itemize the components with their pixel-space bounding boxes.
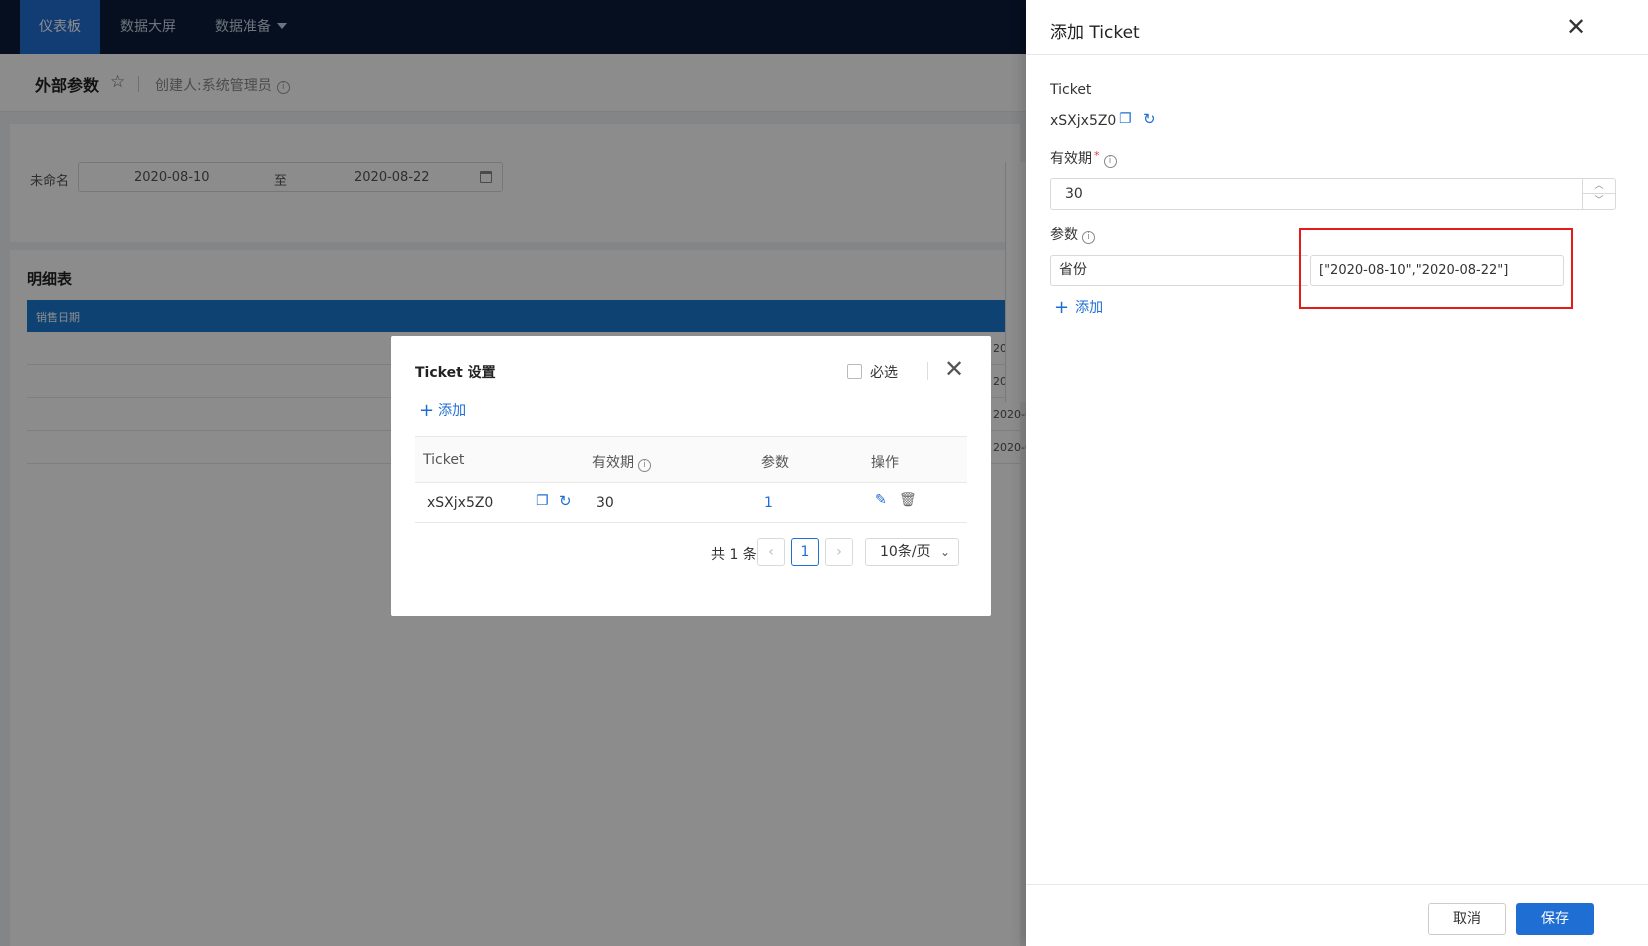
- add-label: 添加: [438, 403, 467, 419]
- dialog-title: Ticket 设置: [415, 365, 496, 381]
- required-label: 必选: [870, 365, 898, 381]
- ticket-label: Ticket: [1050, 82, 1092, 98]
- row-validity: 30: [596, 495, 614, 511]
- chevron-down-icon[interactable]: ﹀: [1583, 194, 1615, 209]
- required-star: *: [1094, 149, 1100, 162]
- info-icon[interactable]: i: [1082, 231, 1095, 244]
- highlight-annotation-box: [1299, 228, 1573, 309]
- column-header-validity: 有效期 i: [592, 452, 651, 472]
- checkbox-icon[interactable]: [847, 364, 862, 379]
- add-ticket-drawer: 添加 Ticket ✕ Ticket xSXjx5Z0 ❐ ↻ 有效期 * i 30…: [1026, 0, 1648, 946]
- delete-icon[interactable]: 🗑: [899, 492, 917, 508]
- pagination: 共 1 条 ‹ 1 › 10条/页 ⌄: [391, 538, 991, 568]
- validity-number-input[interactable]: 30 ︿ ﹀: [1050, 178, 1616, 210]
- refresh-icon[interactable]: ↻: [1143, 110, 1156, 128]
- refresh-icon[interactable]: ↻: [559, 492, 572, 510]
- ticket-table: Ticket 有效期 i 参数 操作 xSXjx5Z0 ❐ ↻ 30 1 ✎ 🗑: [415, 436, 967, 523]
- params-label-text: 参数: [1050, 227, 1078, 243]
- add-param-label: 添加: [1075, 300, 1104, 316]
- drawer-footer: 取消 保存: [1026, 884, 1648, 946]
- save-button[interactable]: 保存: [1516, 903, 1594, 935]
- next-page-button[interactable]: ›: [825, 538, 853, 566]
- edit-icon[interactable]: ✎: [875, 492, 887, 508]
- params-label: 参数 i: [1050, 224, 1095, 244]
- close-icon[interactable]: ✕: [944, 356, 964, 382]
- required-checkbox[interactable]: 必选: [847, 362, 898, 382]
- number-stepper[interactable]: ︿ ﹀: [1582, 179, 1615, 209]
- param-key-select[interactable]: 省份: [1050, 255, 1308, 286]
- page-size-select[interactable]: 10条/页 ⌄: [865, 538, 959, 566]
- row-params-link[interactable]: 1: [764, 495, 773, 511]
- chevron-up-icon[interactable]: ︿: [1583, 179, 1615, 194]
- chevron-down-icon: ⌄: [939, 545, 950, 559]
- table-header: Ticket 有效期 i 参数 操作: [415, 436, 967, 483]
- drawer-header: 添加 Ticket ✕: [1026, 0, 1648, 55]
- column-header-actions: 操作: [871, 455, 899, 471]
- validity-label: 有效期 * i: [1050, 148, 1117, 168]
- page-1-button[interactable]: 1: [791, 538, 819, 566]
- ticket-settings-dialog: Ticket 设置 必选 ✕ + 添加 Ticket 有效期 i 参数 操作 xSX…: [391, 336, 991, 616]
- plus-icon: +: [419, 400, 435, 421]
- ticket-value: xSXjx5Z0: [1050, 113, 1117, 129]
- validity-header-label: 有效期: [592, 455, 634, 471]
- add-param-button[interactable]: + 添加: [1054, 297, 1103, 318]
- copy-icon[interactable]: ❐: [536, 493, 549, 509]
- drawer-title: 添加 Ticket: [1050, 23, 1140, 43]
- column-header-ticket: Ticket: [423, 452, 465, 468]
- column-header-params: 参数: [761, 455, 789, 471]
- info-icon[interactable]: i: [638, 459, 651, 472]
- info-icon[interactable]: i: [1103, 155, 1117, 168]
- validity-value: 30: [1065, 186, 1083, 202]
- validity-label-text: 有效期: [1050, 151, 1092, 167]
- table-row: xSXjx5Z0 ❐ ↻ 30 1 ✎ 🗑: [415, 483, 967, 523]
- cancel-button[interactable]: 取消: [1428, 903, 1506, 935]
- row-ticket: xSXjx5Z0: [427, 495, 494, 511]
- add-ticket-button[interactable]: + 添加: [419, 400, 466, 421]
- plus-icon: +: [1054, 297, 1070, 318]
- close-icon[interactable]: ✕: [1566, 13, 1586, 41]
- pager-total: 共 1 条: [711, 547, 757, 563]
- header-divider: [927, 362, 928, 380]
- copy-icon[interactable]: ❐: [1119, 111, 1132, 127]
- page-size-value: 10条/页: [880, 544, 931, 560]
- prev-page-button[interactable]: ‹: [757, 538, 785, 566]
